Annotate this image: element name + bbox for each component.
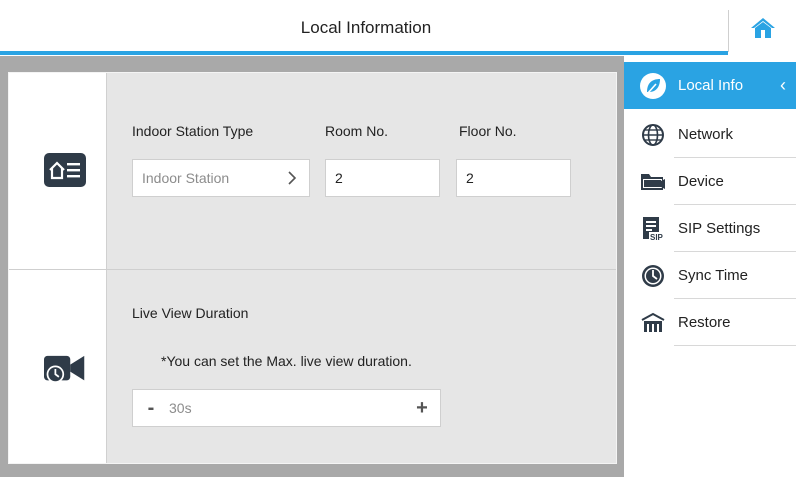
factory-icon bbox=[641, 312, 665, 332]
clock-icon bbox=[642, 264, 664, 287]
sidebar-item-sync-time[interactable]: Sync Time bbox=[624, 252, 796, 299]
header-bar: Local Information bbox=[0, 0, 796, 56]
svg-text:SIP: SIP bbox=[650, 233, 664, 242]
indoor-station-icon bbox=[44, 153, 86, 187]
leaf-icon bbox=[640, 72, 666, 99]
globe-icon bbox=[642, 123, 664, 146]
home-icon bbox=[751, 18, 775, 38]
live-view-duration-note: *You can set the Max. live view duration… bbox=[161, 353, 412, 369]
panel-icon-column bbox=[9, 73, 107, 463]
page-title: Local Information bbox=[300, 18, 432, 37]
room-no-input[interactable]: 2 bbox=[325, 159, 440, 197]
sidebar: Local Info ‹ Network Device SIP SIP Sett… bbox=[624, 56, 796, 477]
live-view-duration-stepper[interactable]: - 30s + bbox=[132, 389, 441, 427]
sidebar-item-label: Network bbox=[678, 126, 734, 143]
home-button[interactable] bbox=[730, 0, 796, 56]
room-no-label: Room No. bbox=[325, 123, 389, 139]
sidebar-item-label: Sync Time bbox=[678, 267, 749, 284]
chevron-left-icon: ‹ bbox=[780, 75, 786, 95]
live-view-duration-value: 30s bbox=[169, 400, 192, 416]
sidebar-item-label: SIP Settings bbox=[678, 220, 761, 237]
decrement-button[interactable]: - bbox=[133, 390, 169, 426]
sip-document-icon: SIP bbox=[643, 216, 664, 242]
sidebar-item-local-info[interactable]: Local Info ‹ bbox=[624, 62, 796, 109]
sidebar-item-label: Device bbox=[678, 173, 724, 190]
content-area: Indoor Station Type Room No. Floor No. I… bbox=[0, 56, 624, 477]
sidebar-item-network[interactable]: Network bbox=[624, 111, 796, 158]
header-divider bbox=[728, 10, 729, 52]
settings-panel: Indoor Station Type Room No. Floor No. I… bbox=[8, 72, 617, 464]
indoor-station-type-label: Indoor Station Type bbox=[132, 123, 254, 139]
increment-button[interactable]: + bbox=[404, 390, 440, 426]
sidebar-item-sip-settings[interactable]: SIP SIP Settings bbox=[624, 205, 796, 252]
folder-icon bbox=[641, 173, 665, 190]
live-view-camera-icon bbox=[44, 352, 86, 386]
sidebar-item-label: Local Info bbox=[678, 77, 744, 94]
live-view-duration-label: Live View Duration bbox=[132, 305, 249, 321]
sidebar-item-device[interactable]: Device bbox=[624, 158, 796, 205]
indoor-station-type-value: Indoor Station bbox=[142, 170, 230, 186]
floor-no-label: Floor No. bbox=[459, 123, 517, 139]
section-divider bbox=[9, 269, 616, 270]
floor-no-input[interactable]: 2 bbox=[456, 159, 571, 197]
sidebar-divider bbox=[674, 345, 796, 346]
header-accent-line bbox=[0, 51, 728, 55]
sidebar-item-restore[interactable]: Restore bbox=[624, 299, 796, 346]
chevron-right-icon bbox=[288, 171, 297, 185]
indoor-station-type-select[interactable]: Indoor Station bbox=[132, 159, 310, 197]
sidebar-item-label: Restore bbox=[678, 314, 731, 331]
